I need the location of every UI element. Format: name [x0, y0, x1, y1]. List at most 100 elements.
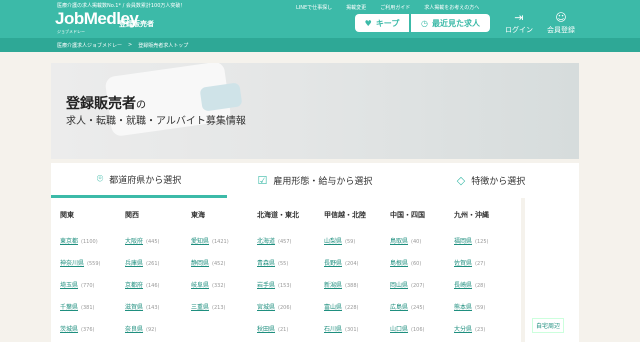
prefecture-link[interactable]: 新潟県 (388)	[324, 280, 358, 289]
prefecture-link[interactable]: 宮城県 (206)	[257, 302, 291, 311]
prefecture-count: (301)	[345, 327, 359, 333]
keep-label: キープ	[375, 18, 400, 28]
prefecture-count: (332)	[212, 283, 226, 289]
prefecture-name: 島根県	[390, 260, 409, 267]
prefecture-link[interactable]: 三重県 (213)	[191, 302, 225, 311]
prefecture-count: (28)	[475, 283, 486, 289]
prefecture-link[interactable]: 広島県 (245)	[390, 302, 424, 311]
map-pin-icon: ⌾	[96, 172, 104, 185]
prefecture-link[interactable]: 静岡県 (452)	[191, 258, 225, 267]
prefecture-count: (59)	[345, 239, 356, 245]
prefecture-name: 山梨県	[324, 238, 343, 245]
recent-jobs-button[interactable]: ◷ 最近見た求人	[411, 14, 490, 32]
prefecture-link[interactable]: 埼玉県 (770)	[60, 280, 94, 289]
prefecture-name: 北海道	[257, 238, 276, 245]
prefecture-link[interactable]: 神奈川県 (559)	[60, 258, 100, 267]
prefecture-count: (23)	[475, 327, 486, 333]
tag-icon: ◇	[456, 174, 466, 187]
prefecture-link[interactable]: 茨城県 (376)	[60, 324, 94, 333]
tab-prefecture[interactable]: ⌾ 都道府県から選択	[51, 163, 227, 198]
prefecture-link[interactable]: 島根県 (60)	[390, 258, 421, 267]
prefecture-link[interactable]: 京都府 (146)	[125, 280, 159, 289]
register-button[interactable]: ☺ 会員登録	[546, 12, 576, 35]
prefecture-link[interactable]: 秋田県 (21)	[257, 324, 288, 333]
prefecture-count: (1421)	[212, 239, 229, 245]
region-heading: 九州・沖縄	[454, 211, 489, 219]
prefecture-link[interactable]: 北海道 (457)	[257, 236, 291, 245]
prefecture-link[interactable]: 千葉県 (381)	[60, 302, 94, 311]
prefecture-count: (207)	[411, 283, 425, 289]
link-listing-change[interactable]: 掲載変更	[346, 4, 366, 11]
prefecture-link[interactable]: 大分県 (23)	[454, 324, 485, 333]
prefecture-link[interactable]: 東京都 (1100)	[60, 236, 98, 245]
link-guide[interactable]: ご利用ガイド	[380, 4, 410, 11]
prefecture-link[interactable]: 青森県 (55)	[257, 258, 288, 267]
prefecture-link[interactable]: 滋賀県 (143)	[125, 302, 159, 311]
prefecture-link[interactable]: 岡山県 (207)	[390, 280, 424, 289]
tab-employment[interactable]: ☑ 雇用形態・給与から選択	[227, 163, 403, 198]
prefecture-name: 京都府	[125, 282, 144, 289]
prefecture-count: (143)	[146, 305, 160, 311]
prefecture-link[interactable]: 佐賀県 (27)	[454, 258, 485, 267]
prefecture-link[interactable]: 鳥取県 (40)	[390, 236, 421, 245]
prefecture-count: (245)	[411, 305, 425, 311]
prefecture-link[interactable]: 兵庫県 (261)	[125, 258, 159, 267]
prefecture-count: (146)	[146, 283, 160, 289]
prefecture-count: (106)	[411, 327, 425, 333]
prefecture-name: 埼玉県	[60, 282, 79, 289]
prefecture-count: (388)	[345, 283, 359, 289]
prefecture-name: 熊本県	[454, 304, 473, 311]
prefecture-link[interactable]: 富山県 (228)	[324, 302, 358, 311]
prefecture-count: (457)	[278, 239, 292, 245]
prefecture-link[interactable]: 山口県 (106)	[390, 324, 424, 333]
prefecture-name: 鳥取県	[390, 238, 409, 245]
prefecture-name: 岡山県	[390, 282, 409, 289]
prefecture-count: (60)	[411, 261, 422, 267]
prefecture-name: 秋田県	[257, 326, 276, 333]
keep-button[interactable]: ♥ キープ	[355, 14, 409, 32]
prefecture-name: 東京都	[60, 238, 79, 245]
page-title: 登録販売者の	[66, 93, 146, 113]
tab-employment-label: 雇用形態・給与から選択	[273, 177, 373, 187]
breadcrumb-home[interactable]: 医療介護求人ジョブメドレー	[57, 42, 122, 49]
login-button[interactable]: ⇥ ログイン	[504, 12, 534, 35]
prefecture-count: (1100)	[81, 239, 98, 245]
prefecture-count: (770)	[81, 283, 95, 289]
prefecture-link[interactable]: 大阪府 (445)	[125, 236, 159, 245]
search-tabs: ⌾ 都道府県から選択 ☑ 雇用形態・給与から選択 ◇ 特徴から選択	[51, 163, 579, 198]
prefecture-link[interactable]: 愛知県 (1421)	[191, 236, 229, 245]
region-heading: 東海	[191, 211, 205, 219]
prefecture-name: 青森県	[257, 260, 276, 267]
prefecture-link[interactable]: 長野県 (204)	[324, 258, 358, 267]
near-home-button[interactable]: 自宅周辺	[532, 318, 565, 333]
tab-feature[interactable]: ◇ 特徴から選択	[403, 163, 579, 198]
prefecture-name: 宮城県	[257, 304, 276, 311]
prefecture-link[interactable]: 福岡県 (125)	[454, 236, 488, 245]
prefecture-name: 佐賀県	[454, 260, 473, 267]
prefecture-link[interactable]: 山梨県 (59)	[324, 236, 355, 245]
prefecture-link[interactable]: 奈良県 (92)	[125, 324, 156, 333]
prefecture-link[interactable]: 長崎県 (28)	[454, 280, 485, 289]
prefecture-count: (27)	[475, 261, 486, 267]
checkbox-icon: ☑	[257, 174, 268, 187]
prefecture-link[interactable]: 石川県 (301)	[324, 324, 358, 333]
prefecture-name: 山口県	[390, 326, 409, 333]
breadcrumb-bar: 医療介護求人ジョブメドレー > 登録販売者求人トップ	[0, 38, 640, 52]
prefecture-link[interactable]: 岩手県 (153)	[257, 280, 291, 289]
prefecture-name: 大分県	[454, 326, 473, 333]
site-header: 医療介護の求人掲載数No.1* / 会員数累計100万人突破！ JobMedle…	[0, 0, 640, 38]
prefecture-count: (59)	[475, 305, 486, 311]
prefecture-name: 福岡県	[454, 238, 473, 245]
prefecture-count: (376)	[81, 327, 95, 333]
page-title-text: 登録販売者	[66, 96, 136, 112]
prefecture-link[interactable]: 熊本県 (59)	[454, 302, 485, 311]
prefecture-count: (125)	[475, 239, 489, 245]
prefecture-count: (228)	[345, 305, 359, 311]
link-for-employers[interactable]: 求人掲載をお考えの方へ	[424, 4, 479, 11]
prefecture-link[interactable]: 岐阜県 (332)	[191, 280, 225, 289]
prefecture-name: 新潟県	[324, 282, 343, 289]
prefecture-count: (21)	[278, 327, 289, 333]
link-line-search[interactable]: LINEで仕事探し	[296, 4, 332, 11]
prefecture-name: 岐阜県	[191, 282, 210, 289]
login-icon: ⇥	[514, 11, 524, 24]
